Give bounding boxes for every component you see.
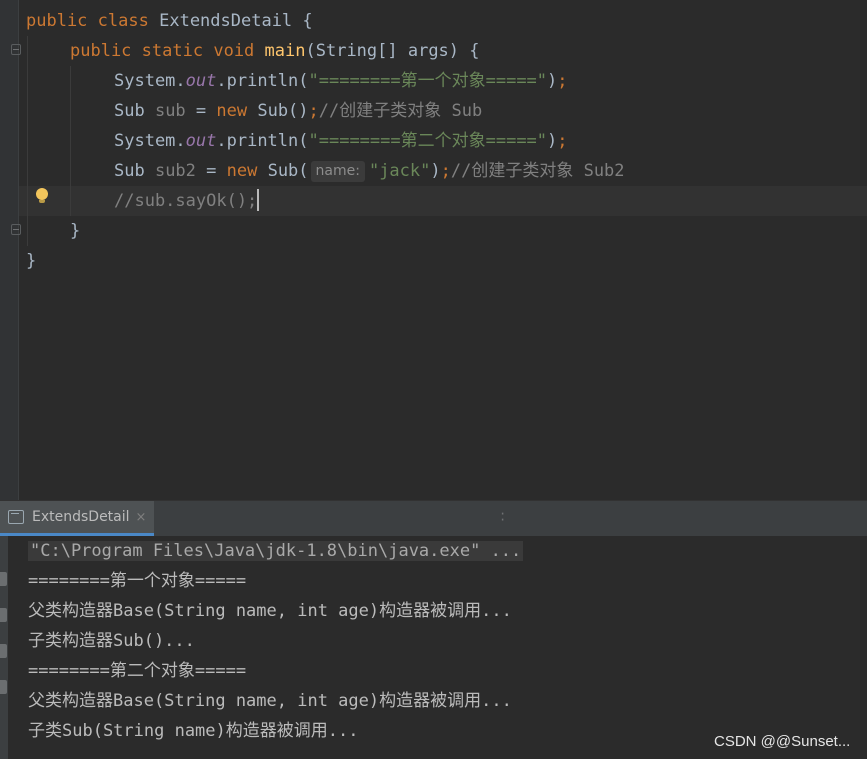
class-ref: System. — [114, 131, 186, 151]
static-field: out — [185, 131, 217, 151]
type-name: Sub — [114, 161, 155, 181]
brace: { — [292, 11, 313, 31]
comment: //sub.sayOk(); — [114, 191, 258, 211]
method-name: main — [264, 41, 306, 61]
unused-variable: sub — [154, 101, 186, 121]
params: (String[] args) { — [305, 41, 480, 61]
console-command: "C:\Program Files\Java\jdk-1.8\bin\java.… — [28, 541, 524, 561]
console-line: 子类Sub(String name)构造器被调用... — [28, 721, 359, 741]
paren: ) — [547, 131, 558, 151]
assign: = — [185, 101, 217, 121]
code-line-3: System.out.println("========第一个对象=====")… — [114, 66, 568, 96]
code-line-6: Sub sub2 = new Sub(name: "jack");//创建子类对象… — [114, 156, 625, 186]
tab-run-extendsdetail[interactable]: ExtendsDetail × — [0, 501, 155, 536]
console-line: 父类构造器Base(String name, int age)构造器被调用... — [28, 691, 512, 711]
paren: ) — [430, 161, 441, 181]
lightbulb-icon[interactable] — [36, 188, 48, 203]
console-line: 父类构造器Base(String name, int age)构造器被调用... — [28, 601, 512, 621]
keyword: static — [141, 41, 204, 61]
console-output[interactable]: "C:\Program Files\Java\jdk-1.8\bin\java.… — [8, 536, 867, 759]
keyword: void — [213, 41, 255, 61]
fold-minus-icon[interactable] — [11, 224, 21, 235]
class-ref: System. — [114, 71, 186, 91]
tab-label: ExtendsDetail — [32, 509, 130, 525]
code-line-5: System.out.println("========第二个对象=====")… — [114, 126, 568, 156]
console-line: ========第一个对象===== — [28, 571, 247, 591]
static-field: out — [185, 71, 217, 91]
code-line-7: //sub.sayOk(); — [114, 186, 260, 216]
comment: //创建子类对象 Sub2 — [450, 161, 625, 181]
code-line-8: } — [70, 216, 80, 246]
unused-variable: sub2 — [154, 161, 196, 181]
constructor-call: Sub( — [257, 161, 309, 181]
assign: = — [195, 161, 227, 181]
string-literal: "jack" — [368, 161, 431, 181]
console-line: "C:\Program Files\Java\jdk-1.8\bin\java.… — [28, 536, 524, 566]
class-name: ExtendsDetail — [159, 11, 293, 31]
toolbar-button[interactable] — [0, 680, 7, 694]
code-line-4: Sub sub = new Sub();//创建子类对象 Sub — [114, 96, 482, 126]
fold-minus-icon[interactable] — [11, 44, 21, 55]
string-literal: "========第一个对象=====" — [308, 71, 548, 91]
keyword: public — [70, 41, 132, 61]
keyword: new — [226, 161, 258, 181]
code-line-9: } — [26, 246, 36, 276]
close-icon[interactable]: × — [136, 510, 147, 525]
brace: } — [70, 221, 81, 241]
editor-gutter — [0, 0, 19, 500]
semicolon: ; — [557, 131, 568, 151]
constructor-call: Sub() — [247, 101, 309, 121]
run-toolbar — [0, 536, 8, 759]
code-editor[interactable]: public class ExtendsDetail { public stat… — [0, 0, 867, 500]
parameter-hint: name: — [310, 161, 365, 182]
semicolon: ; — [440, 161, 451, 181]
method-call: .println( — [216, 71, 309, 91]
drag-handle-icon[interactable]: · · — [499, 508, 506, 526]
paren: ) — [547, 71, 558, 91]
method-call: .println( — [216, 131, 309, 151]
text-caret — [257, 189, 260, 211]
console-line: 子类构造器Sub()... — [28, 631, 195, 651]
indent-guide — [70, 66, 71, 216]
watermark: CSDN @@Sunset... — [714, 733, 851, 750]
toolbar-button[interactable] — [0, 608, 7, 622]
keyword: class — [97, 11, 149, 31]
toolbar-button[interactable] — [0, 572, 7, 586]
indent-guide — [27, 36, 28, 246]
code-line-2: public static void main(String[] args) { — [70, 36, 480, 66]
run-console-icon — [8, 510, 24, 524]
semicolon: ; — [557, 71, 568, 91]
type-name: Sub — [114, 101, 155, 121]
toolbar-button[interactable] — [0, 644, 7, 658]
console-line: ========第二个对象===== — [28, 661, 247, 681]
code-line-1: public class ExtendsDetail { — [26, 6, 313, 36]
comment: //创建子类对象 Sub — [318, 101, 483, 121]
keyword: public — [26, 11, 88, 31]
keyword: new — [216, 101, 248, 121]
string-literal: "========第二个对象=====" — [308, 131, 548, 151]
semicolon: ; — [308, 101, 319, 121]
run-toolwindow-header: ExtendsDetail × · · — [0, 500, 867, 536]
brace: } — [26, 251, 37, 271]
